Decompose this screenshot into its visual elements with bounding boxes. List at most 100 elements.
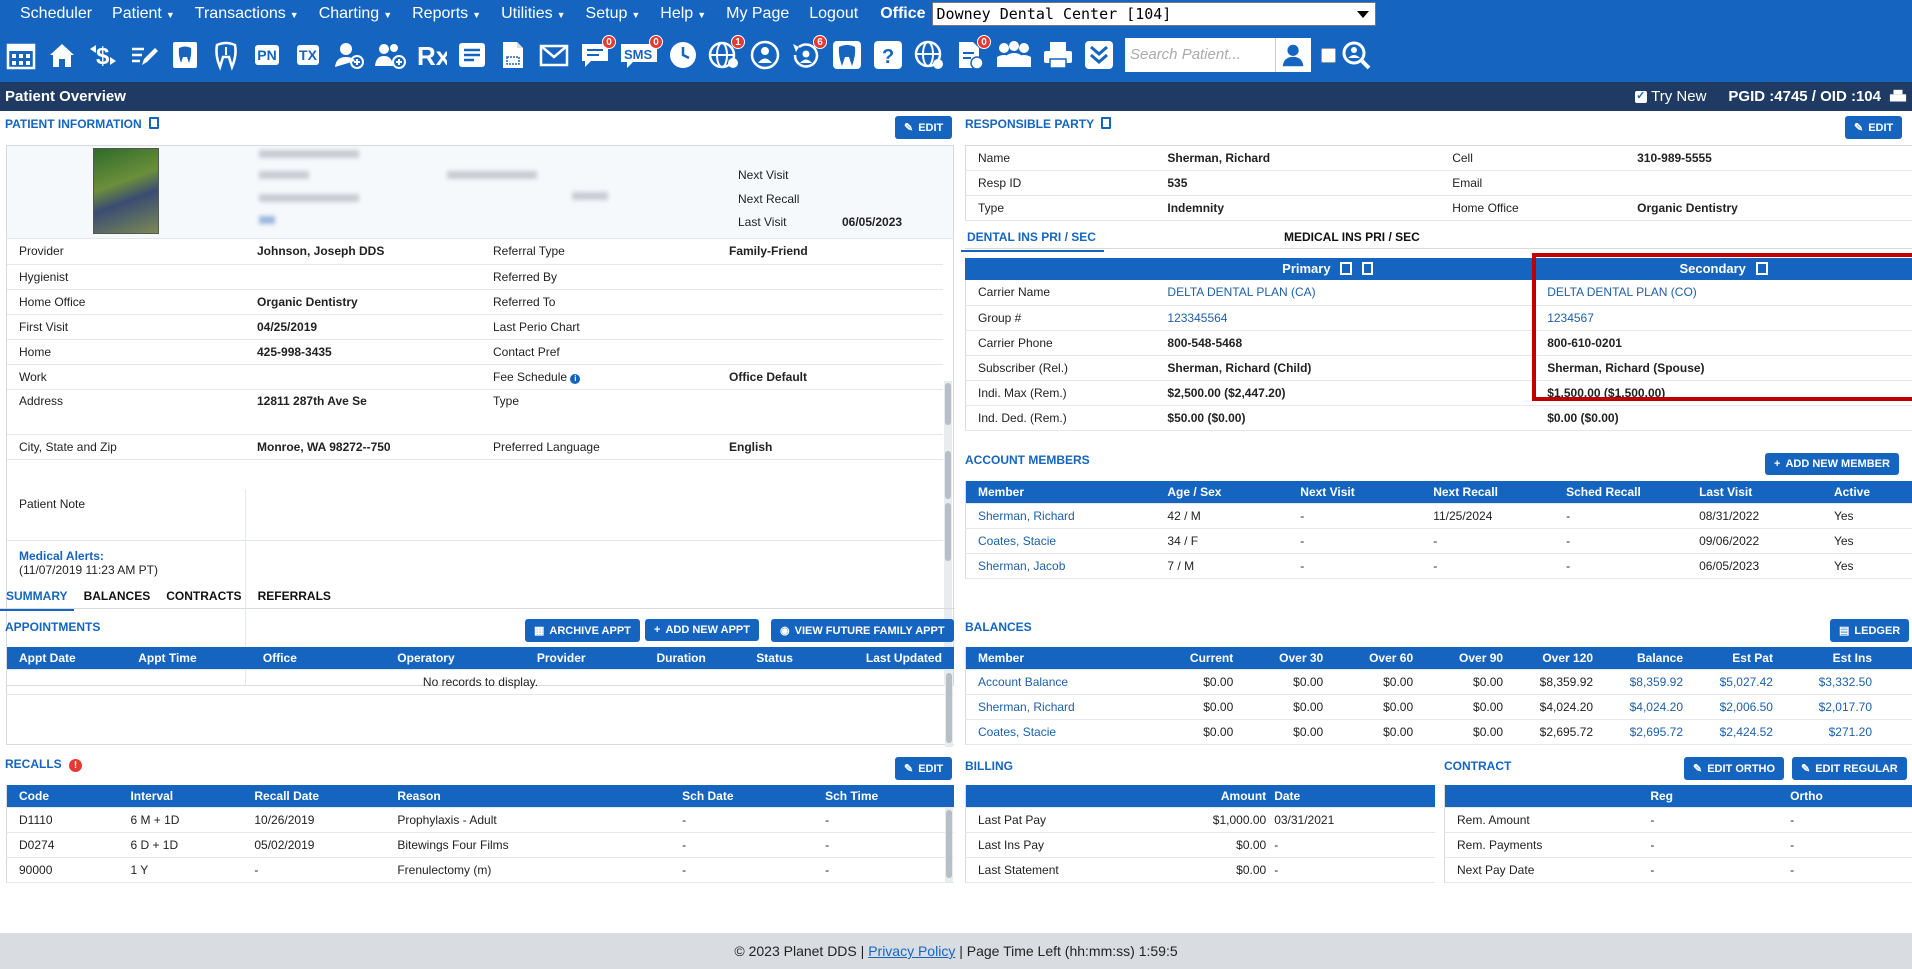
notes-icon[interactable] [149, 117, 159, 129]
balance-link[interactable]: $2,695.72 [1605, 719, 1696, 745]
table-row[interactable]: Coates, Stacie 34 / F - - -09/06/2022 Yes [965, 528, 1912, 554]
column-header[interactable]: Age / Sex [1155, 481, 1289, 504]
recalls-edit-button[interactable]: ✎ EDIT [895, 757, 953, 780]
help-tooth-icon[interactable]: ? [871, 38, 905, 72]
menu-help[interactable]: Help ▼ [650, 5, 716, 23]
column-header[interactable]: Reason [385, 785, 671, 808]
search-people-icon[interactable] [1339, 38, 1373, 72]
column-header[interactable]: Est Ins [1784, 647, 1912, 670]
column-header[interactable]: Sch Time [813, 785, 954, 808]
column-header[interactable]: Active [1821, 481, 1912, 504]
recalls-scrollbar[interactable] [945, 807, 953, 882]
column-header[interactable]: Current [1155, 647, 1246, 670]
est-pat-link[interactable]: $2,006.50 [1695, 694, 1785, 720]
member-link[interactable]: Sherman, Jacob [965, 553, 1156, 579]
member-link[interactable]: Coates, Stacie [965, 528, 1156, 554]
patient-portal-icon[interactable] [748, 38, 782, 72]
prescription-icon[interactable]: Rx [414, 38, 448, 72]
scrollbar-thumb[interactable] [945, 383, 951, 425]
document-icon[interactable] [496, 38, 530, 72]
search-patient-input[interactable]: Search Patient... [1125, 38, 1275, 72]
alert-icon[interactable]: ! [69, 759, 83, 772]
table-row[interactable]: D0274 6 D + 1D 05/02/2019 Bitewings Four Fi… [6, 832, 954, 858]
patient-photo[interactable] [93, 148, 159, 234]
primary-carrier-link[interactable]: DELTA DENTAL PLAN (CA) [1155, 280, 1536, 306]
table-row[interactable]: 90000 1 Y - Frenulectomy (m) - - [6, 857, 954, 883]
perio-icon[interactable] [209, 38, 243, 72]
scrollbar-thumb[interactable] [946, 810, 952, 878]
column-header[interactable]: Last Visit [1687, 481, 1822, 504]
document-alert-icon[interactable]: 0 [953, 35, 991, 72]
globe-person-icon[interactable]: 1 [707, 35, 745, 72]
column-header[interactable]: Recall Date [242, 785, 386, 808]
est-ins-link[interactable]: $271.20 [1784, 719, 1912, 745]
menu-transactions[interactable]: Transactions ▼ [185, 5, 309, 23]
progress-notes-icon[interactable]: PN [250, 38, 284, 72]
member-link[interactable]: Sherman, Richard [965, 503, 1156, 529]
treatment-plan-icon[interactable]: TX [291, 38, 325, 72]
menu-patient[interactable]: Patient ▼ [102, 5, 185, 23]
column-header[interactable]: Over 90 [1425, 647, 1516, 670]
balance-member-link[interactable]: Coates, Stacie [965, 719, 1156, 745]
family-group-icon[interactable] [994, 38, 1034, 72]
menu-utilities[interactable]: Utilities ▼ [491, 5, 575, 23]
mail-icon[interactable] [537, 38, 571, 72]
info-icon[interactable]: i [570, 373, 581, 384]
office-select[interactable]: Downey Dental Center [104] [931, 2, 1376, 26]
clock-icon[interactable] [666, 38, 700, 72]
calendar-icon[interactable] [4, 38, 38, 72]
scrollbar-thumb[interactable] [945, 451, 951, 499]
sms-icon[interactable]: SMS 0 [619, 35, 663, 72]
column-header[interactable]: Office [250, 647, 386, 670]
add-family-icon[interactable] [373, 38, 407, 72]
balance-member-link[interactable]: Sherman, Richard [965, 694, 1156, 720]
table-row[interactable]: Sherman, Jacob 7 / M - - -06/05/2023 Yes [965, 553, 1912, 579]
edit-notes-icon[interactable] [127, 38, 161, 72]
tooth-chart-icon[interactable] [168, 38, 202, 72]
est-pat-link[interactable]: $2,424.52 [1695, 719, 1785, 745]
column-header[interactable]: Reg [1638, 785, 1779, 808]
collapse-down-icon[interactable] [1082, 38, 1116, 72]
appointments-scrollbar[interactable] [945, 669, 953, 747]
edit-regular-button[interactable]: ✎ EDIT REGULAR [1792, 757, 1907, 780]
column-header[interactable]: Next Recall [1421, 481, 1555, 504]
menu-my-page[interactable]: My Page [716, 5, 799, 23]
scrollbar-thumb[interactable] [946, 673, 952, 743]
column-header[interactable]: Over 30 [1245, 647, 1336, 670]
add-new-appt-button[interactable]: + ADD NEW APPT [645, 619, 759, 641]
search-option-checkbox[interactable] [1321, 47, 1336, 63]
column-header[interactable]: Operatory [385, 647, 525, 670]
menu-scheduler[interactable]: Scheduler [10, 5, 102, 23]
privacy-policy-link[interactable]: Privacy Policy [868, 943, 955, 959]
archive-appt-button[interactable]: ▦ ARCHIVE APPT [525, 619, 640, 642]
document-dollar-icon[interactable] [1101, 117, 1112, 129]
menu-reports[interactable]: Reports ▼ [402, 5, 491, 23]
view-future-family-appt-button[interactable]: ◉ VIEW FUTURE FAMILY APPT [771, 619, 954, 642]
tooth-icon[interactable] [830, 38, 864, 72]
edit-ortho-button[interactable]: ✎ EDIT ORTHO [1684, 757, 1785, 780]
scrollbar-thumb[interactable] [945, 503, 951, 561]
notes-list-icon[interactable] [455, 38, 489, 72]
balance-member-link[interactable]: Account Balance [965, 669, 1156, 695]
column-header[interactable]: Duration [644, 647, 745, 670]
column-header[interactable]: Appt Time [126, 647, 251, 670]
column-header[interactable]: Est Pat [1695, 647, 1785, 670]
column-header[interactable]: Interval [118, 785, 243, 808]
add-patient-icon[interactable] [332, 38, 366, 72]
table-row[interactable]: D1110 6 M + 1D 10/26/2019 Prophylaxis - Adu… [6, 807, 954, 833]
primary-group-link[interactable]: 123345564 [1155, 305, 1536, 331]
column-header[interactable]: Provider [524, 647, 645, 670]
document-icon[interactable] [1361, 262, 1373, 275]
web-globe-icon[interactable] [912, 38, 946, 72]
column-header[interactable]: Appt Date [6, 647, 127, 670]
column-header[interactable]: Amount [1145, 785, 1271, 808]
add-new-member-button[interactable]: + ADD NEW MEMBER [1765, 453, 1899, 475]
responsible-party-edit-button[interactable]: ✎ EDIT [1845, 116, 1903, 139]
history-icon[interactable]: 6 [789, 35, 827, 72]
patient-search-button[interactable] [1275, 38, 1311, 72]
column-header[interactable]: Over 120 [1515, 647, 1606, 670]
try-new-toggle[interactable]: Try New [1635, 88, 1706, 105]
menu-setup[interactable]: Setup ▼ [576, 5, 651, 23]
column-header[interactable]: Sch Date [670, 785, 814, 808]
home-icon[interactable] [45, 38, 79, 72]
